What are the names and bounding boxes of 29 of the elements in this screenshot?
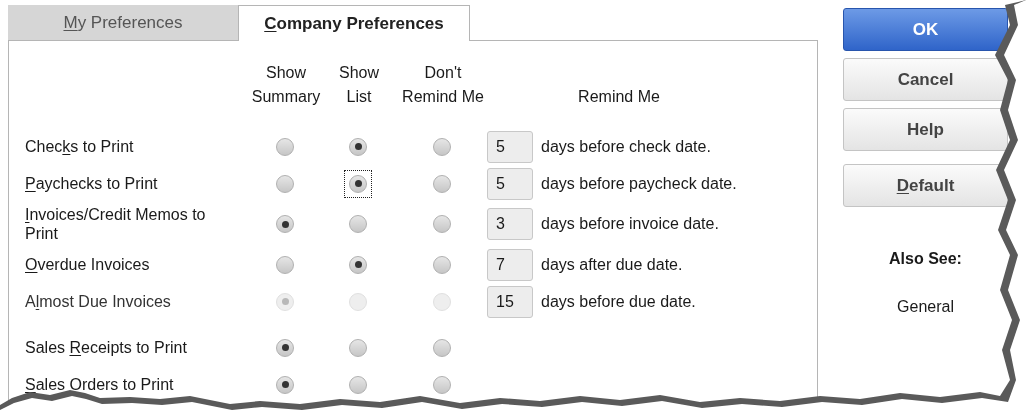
- option-label: Overdue Invoices: [25, 255, 151, 274]
- dialog-button[interactable]: Default: [843, 164, 1008, 207]
- option-label: Checks to Print: [25, 137, 135, 156]
- column-header: Don't Remind Me: [401, 63, 485, 107]
- reminder-text: days before paycheck date.: [541, 173, 737, 194]
- preferences-tab[interactable]: My Preferences: [8, 5, 238, 40]
- also-see-link[interactable]: General: [843, 295, 1008, 319]
- column-header: Show List: [338, 63, 380, 107]
- also-see-heading: Also See:: [888, 249, 963, 269]
- column-header: Show Summary: [250, 63, 322, 107]
- option-label: Almost Due Invoices: [25, 292, 172, 311]
- dialog-button[interactable]: OK: [843, 8, 1008, 51]
- days-field[interactable]: 3: [487, 208, 533, 240]
- preferences-tab[interactable]: Company Preferences: [238, 5, 470, 41]
- reminder-text: days before due date.: [541, 291, 696, 312]
- option-label: Invoices/Credit Memos to Print: [25, 205, 207, 243]
- days-field[interactable]: 5: [487, 130, 533, 163]
- radio-button[interactable]: [344, 169, 372, 198]
- dialog-button[interactable]: Cancel: [843, 58, 1008, 101]
- column-header: Remind Me: [577, 87, 661, 107]
- reminder-text: days before check date.: [541, 136, 711, 157]
- days-field[interactable]: 5: [487, 167, 533, 200]
- option-label: Sales Orders to Print: [25, 375, 175, 394]
- option-label: Paychecks to Print: [25, 174, 159, 193]
- dialog-button[interactable]: Help: [843, 108, 1008, 151]
- days-field[interactable]: 7: [487, 248, 533, 281]
- reminder-text: days after due date.: [541, 254, 683, 275]
- option-label: Sales Receipts to Print: [25, 338, 188, 357]
- reminder-text: days before invoice date.: [541, 214, 719, 234]
